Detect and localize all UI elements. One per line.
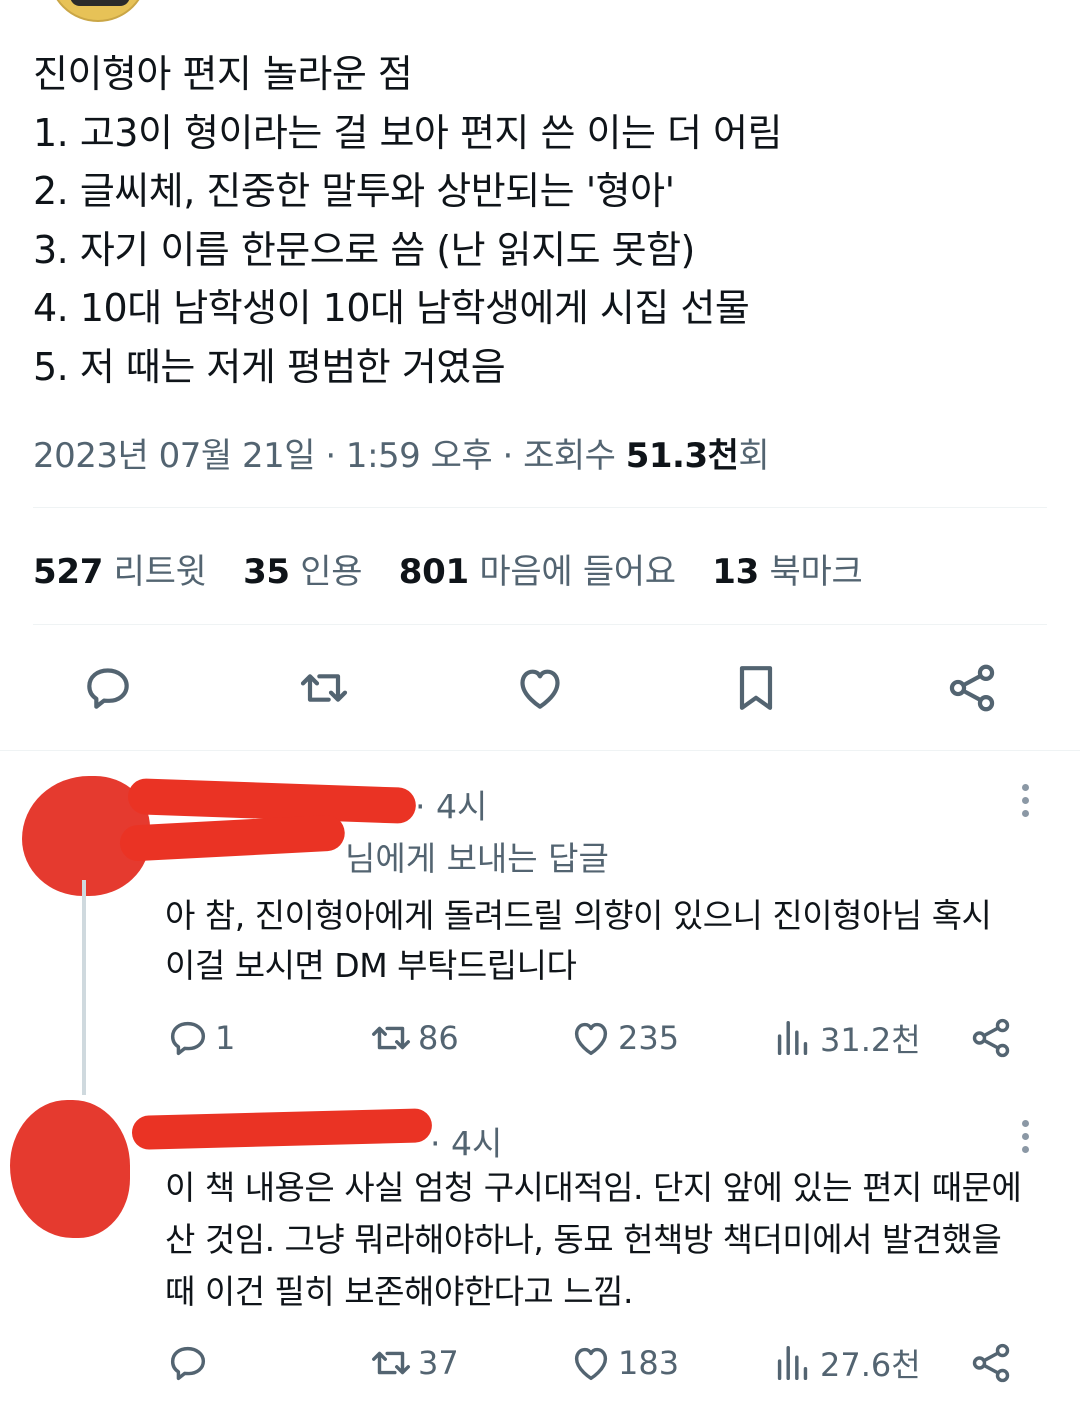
retweet-icon — [372, 1026, 410, 1050]
reply-icon — [87, 668, 129, 709]
reply-reply-button[interactable]: 1 — [165, 1015, 235, 1061]
retweet-stat[interactable]: 527 리트윗 — [33, 544, 207, 593]
reply-icon — [170, 1021, 206, 1056]
view-suffix: 회 — [738, 436, 770, 476]
view-count: 51.3천 — [625, 436, 739, 476]
tweet-line: 4. 10대 남학생이 10대 남학생에게 시집 선물 — [33, 286, 750, 330]
tweet-line: 진이형아 편지 놀라운 점 — [33, 52, 413, 96]
divider — [33, 624, 1047, 625]
reply-button[interactable] — [76, 656, 140, 720]
divider — [33, 507, 1047, 508]
like-button[interactable] — [508, 656, 572, 720]
tweet-stats: 527 리트윗 35 인용 801 마음에 들어요 13 북마크 — [33, 544, 888, 593]
share-button[interactable] — [940, 656, 1004, 720]
share-icon — [972, 1018, 1010, 1058]
tweet-line: 5. 저 때는 저게 평범한 거였음 — [33, 344, 506, 389]
replying-to: 님에게 보내는 답글 — [345, 839, 609, 878]
retweet-count: 86 — [418, 1019, 459, 1057]
reply-like-button[interactable]: 183 — [568, 1340, 679, 1386]
reply-reply-button[interactable] — [165, 1340, 215, 1386]
reply-line: 이걸 보시면 DM 부탁드립니다 — [165, 946, 577, 985]
views-icon — [777, 1020, 808, 1056]
reply-retweet-button[interactable]: 37 — [368, 1340, 459, 1386]
tweet-text: 진이형아 편지 놀라운 점 1. 고3이 형이라는 걸 보아 편지 쓴 이는 더… — [33, 45, 1043, 396]
redaction-scribble — [131, 1108, 433, 1150]
reply-line: 아 참, 진이형아에게 돌려드릴 의향이 있으니 진이형아님 혹시 — [165, 896, 992, 935]
like-icon — [574, 1347, 608, 1381]
quote-stat[interactable]: 35 인용 — [243, 544, 363, 593]
retweet-button[interactable] — [292, 656, 356, 720]
tweet-meta: 2023년 07월 21일 · 1:59 오후 · 조회수 51.3천회 — [33, 428, 770, 477]
reply-line: 때 이건 필히 보존해야한다고 느낌. — [165, 1272, 634, 1311]
reply-text: 이 책 내용은 사실 엄청 구시대적임. 단지 앞에 있는 편지 때문에 산 것… — [165, 1162, 1022, 1318]
like-count: 183 — [618, 1344, 680, 1382]
tweet-date[interactable]: 2023년 07월 21일 · 1:59 오후 · 조회수 — [33, 436, 626, 476]
more-options-icon[interactable] — [1022, 784, 1032, 823]
retweet-icon — [300, 674, 348, 702]
like-stat[interactable]: 801 마음에 들어요 — [399, 544, 676, 593]
reply-line: 산 것임. 그냥 뭐라해야하나, 동묘 헌책방 책더미에서 발견했을 — [165, 1220, 1002, 1259]
reply-share-button[interactable] — [968, 1340, 1018, 1386]
like-icon — [574, 1022, 608, 1056]
like-icon — [520, 669, 560, 709]
tweet-line: 3. 자기 이름 한문으로 씀 (난 읽지도 못함) — [33, 227, 695, 272]
view-count: 27.6천 — [820, 1346, 921, 1384]
more-options-icon[interactable] — [1022, 1120, 1032, 1159]
tweet-line: 2. 글씨체, 진중한 말투와 상반되는 '형아' — [33, 169, 675, 213]
like-count: 235 — [618, 1019, 680, 1057]
retweet-icon — [372, 1351, 410, 1375]
reply-views-button[interactable]: 31.2천 — [770, 1015, 921, 1061]
views-icon — [777, 1345, 808, 1381]
bookmark-button[interactable] — [724, 656, 788, 720]
reply-avatar[interactable] — [10, 1100, 130, 1238]
reply-text: 아 참, 진이형아에게 돌려드릴 의향이 있으니 진이형아님 혹시 이걸 보시면… — [165, 891, 992, 991]
retweet-count: 37 — [418, 1344, 459, 1382]
reply-share-button[interactable] — [968, 1015, 1018, 1061]
reply-views-button[interactable]: 27.6천 — [770, 1340, 921, 1386]
reply-line: 이 책 내용은 사실 엄청 구시대적임. 단지 앞에 있는 편지 때문에 — [165, 1168, 1022, 1207]
author-avatar[interactable] — [48, 0, 148, 22]
reply-time: · 4시 — [415, 787, 488, 826]
thread-line — [82, 880, 86, 1095]
reply-count: 1 — [215, 1019, 236, 1057]
reply-icon — [170, 1346, 206, 1381]
tweet-line: 1. 고3이 형이라는 걸 보아 편지 쓴 이는 더 어림 — [33, 110, 782, 155]
share-icon — [972, 1343, 1010, 1383]
share-icon — [949, 664, 995, 712]
bookmark-icon — [739, 666, 773, 710]
redaction-scribble — [119, 814, 346, 862]
divider — [0, 750, 1080, 751]
reply-retweet-button[interactable]: 86 — [368, 1015, 459, 1061]
reply-like-button[interactable]: 235 — [568, 1015, 679, 1061]
view-count: 31.2천 — [820, 1021, 921, 1059]
bookmark-stat[interactable]: 13 북마크 — [712, 544, 862, 593]
reply-time: · 4시 — [430, 1124, 503, 1163]
